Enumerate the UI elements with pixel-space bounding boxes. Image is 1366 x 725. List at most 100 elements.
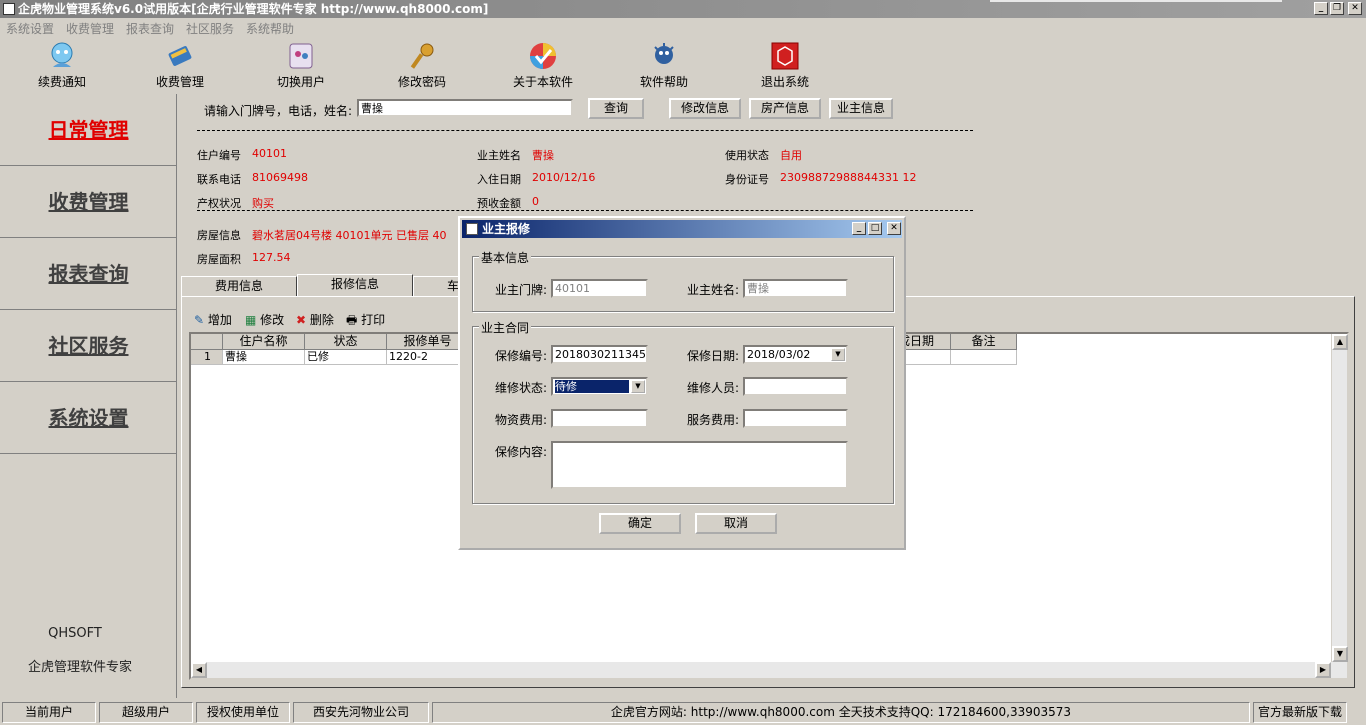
repair-date-label: 保修日期: bbox=[687, 349, 740, 363]
grid-cell-index: 1 bbox=[191, 350, 223, 365]
toolbar-change-password[interactable]: 修改密码 bbox=[377, 41, 467, 90]
id-number: 23098872988844331 12 bbox=[780, 171, 917, 184]
cancel-button[interactable]: 取消 bbox=[695, 513, 777, 534]
grid-cell-remark[interactable] bbox=[951, 350, 1017, 365]
chevron-down-icon[interactable]: ▼ bbox=[631, 380, 645, 393]
horizontal-scrollbar[interactable]: ◀ ▶ bbox=[191, 662, 1347, 678]
toolbar-billing[interactable]: 收费管理 bbox=[135, 41, 225, 90]
prepaid-amount: 0 bbox=[532, 195, 539, 208]
vertical-scrollbar[interactable]: ▲ ▼ bbox=[1331, 334, 1348, 678]
grid-delete-button[interactable]: ✖ 删除 bbox=[296, 311, 334, 328]
status-select[interactable]: 待修 ▼ bbox=[551, 377, 648, 396]
sidebar-item-settings[interactable]: 系统设置 bbox=[0, 382, 177, 454]
grid-add-label: 增加 bbox=[207, 313, 232, 327]
toolbar: 续费通知 收费管理 切换用户 修改密码 关于本软件 软件帮助 退出系统 bbox=[0, 37, 1366, 91]
grid-print-label: 打印 bbox=[361, 313, 386, 327]
sidebar-item-daily[interactable]: 日常管理 bbox=[0, 94, 177, 166]
sidebar-item-reports[interactable]: 报表查询 bbox=[0, 238, 177, 310]
grid-header-remark[interactable]: 备注 bbox=[951, 334, 1017, 350]
grid-cell-repair-no[interactable]: 1220-2 bbox=[387, 350, 469, 365]
grid-header-index bbox=[191, 334, 223, 350]
grid-header-repair-no[interactable]: 报修单号 bbox=[387, 334, 469, 350]
grid-cell-status[interactable]: 已修 bbox=[305, 350, 387, 365]
sidebar: 日常管理 收费管理 报表查询 社区服务 系统设置 bbox=[0, 94, 177, 698]
about-icon bbox=[528, 41, 558, 71]
menu-system-settings[interactable]: 系统设置 bbox=[6, 20, 54, 37]
toolbar-label: 续费通知 bbox=[37, 75, 86, 89]
repair-dialog: 业主报修 _ □ ✕ 基本信息 业主门牌: 40101 业主姓名: 曹操 业主合… bbox=[458, 216, 906, 550]
edit-info-button[interactable]: 修改信息 bbox=[669, 98, 741, 119]
billing-icon bbox=[165, 41, 195, 71]
grid-print-button[interactable]: 🖶 打印 bbox=[346, 311, 385, 332]
scroll-left-icon[interactable]: ◀ bbox=[191, 662, 207, 678]
move-in-label: 入住日期 bbox=[477, 173, 521, 186]
tab-fee-info[interactable]: 费用信息 bbox=[181, 276, 297, 296]
toolbar-label: 软件帮助 bbox=[639, 75, 688, 89]
toolbar-switch-user[interactable]: 切换用户 bbox=[256, 41, 346, 90]
house-info-button[interactable]: 房产信息 bbox=[749, 98, 821, 119]
query-button[interactable]: 查询 bbox=[588, 98, 644, 119]
door-field[interactable]: 40101 bbox=[551, 279, 648, 298]
chevron-down-icon[interactable]: ▼ bbox=[831, 348, 845, 361]
repair-date-picker[interactable]: 2018/03/02 ▼ bbox=[743, 345, 848, 364]
content-textarea[interactable] bbox=[551, 441, 848, 489]
dialog-icon bbox=[466, 223, 478, 235]
id-label: 身份证号 bbox=[725, 173, 769, 186]
material-field[interactable] bbox=[551, 409, 648, 428]
toolbar-renewal-notice[interactable]: 续费通知 bbox=[17, 41, 107, 90]
owner-name-label: 业主姓名: bbox=[687, 283, 740, 297]
grid-cell-household[interactable]: 曹操 bbox=[223, 350, 305, 365]
menu-billing[interactable]: 收费管理 bbox=[66, 20, 114, 37]
move-in-date: 2010/12/16 bbox=[532, 171, 596, 184]
service-field[interactable] bbox=[743, 409, 848, 428]
contract-group: 业主合同 保修编号: 20180302113453 保修日期: 2018/03/… bbox=[472, 319, 894, 504]
toolbar-exit[interactable]: 退出系统 bbox=[740, 41, 830, 90]
latest-version-link[interactable]: 官方最新版下载 bbox=[1253, 702, 1347, 723]
exit-icon bbox=[770, 41, 800, 71]
status-current-user: 超级用户 bbox=[99, 702, 193, 723]
search-input[interactable]: 曹操 bbox=[357, 99, 573, 117]
toolbar-label: 切换用户 bbox=[276, 75, 325, 89]
menu-community[interactable]: 社区服务 bbox=[186, 20, 234, 37]
content-label: 保修内容: bbox=[495, 445, 548, 459]
phone: 81069498 bbox=[252, 171, 308, 184]
brand-slogan: 企虎管理软件专家 bbox=[27, 660, 132, 675]
grid-header-household[interactable]: 住户名称 bbox=[223, 334, 305, 350]
grid-add-button[interactable]: ✎ 增加 bbox=[194, 311, 232, 328]
dialog-minimize-button[interactable]: _ bbox=[852, 222, 866, 235]
toolbar-help[interactable]: 软件帮助 bbox=[619, 41, 709, 90]
property-label: 产权状况 bbox=[197, 197, 241, 210]
toolbar-about[interactable]: 关于本软件 bbox=[498, 41, 588, 90]
grid-edit-button[interactable]: ▦ 修改 bbox=[245, 311, 284, 328]
restore-button[interactable]: ❐ bbox=[1330, 2, 1344, 15]
owner-name-field[interactable]: 曹操 bbox=[743, 279, 848, 298]
material-label: 物资费用: bbox=[495, 413, 548, 427]
contract-title: 业主合同 bbox=[479, 319, 532, 336]
status-label: 维修状态: bbox=[495, 381, 548, 395]
dialog-maximize-button[interactable]: □ bbox=[868, 222, 882, 235]
staff-field[interactable] bbox=[743, 377, 848, 396]
grid-header-status[interactable]: 状态 bbox=[305, 334, 387, 350]
search-label: 请输入门牌号，电话，姓名: bbox=[204, 104, 353, 118]
delete-icon: ✖ bbox=[296, 313, 307, 327]
use-status-label: 使用状态 bbox=[725, 149, 769, 162]
dialog-close-button[interactable]: ✕ bbox=[887, 222, 901, 235]
house-label: 房屋信息 bbox=[197, 229, 241, 242]
scroll-right-icon[interactable]: ▶ bbox=[1315, 662, 1331, 678]
household-no: 40101 bbox=[252, 147, 287, 160]
close-button[interactable]: ✕ bbox=[1348, 2, 1362, 15]
repair-date-value: 2018/03/02 bbox=[747, 348, 811, 361]
owner-info-button[interactable]: 业主信息 bbox=[829, 98, 893, 119]
minimize-button[interactable]: _ bbox=[1314, 2, 1328, 15]
menu-help[interactable]: 系统帮助 bbox=[246, 20, 294, 37]
grid-delete-label: 删除 bbox=[309, 313, 334, 327]
menu-reports[interactable]: 报表查询 bbox=[126, 20, 174, 37]
scroll-down-icon[interactable]: ▼ bbox=[1332, 646, 1348, 662]
toolbar-label: 退出系统 bbox=[760, 75, 809, 89]
scroll-up-icon[interactable]: ▲ bbox=[1332, 334, 1348, 350]
repair-no-field[interactable]: 20180302113453 bbox=[551, 345, 648, 364]
sidebar-item-billing[interactable]: 收费管理 bbox=[0, 166, 177, 238]
ok-button[interactable]: 确定 bbox=[599, 513, 681, 534]
tab-repair-info[interactable]: 报修信息 bbox=[297, 274, 413, 296]
sidebar-item-community[interactable]: 社区服务 bbox=[0, 310, 177, 382]
